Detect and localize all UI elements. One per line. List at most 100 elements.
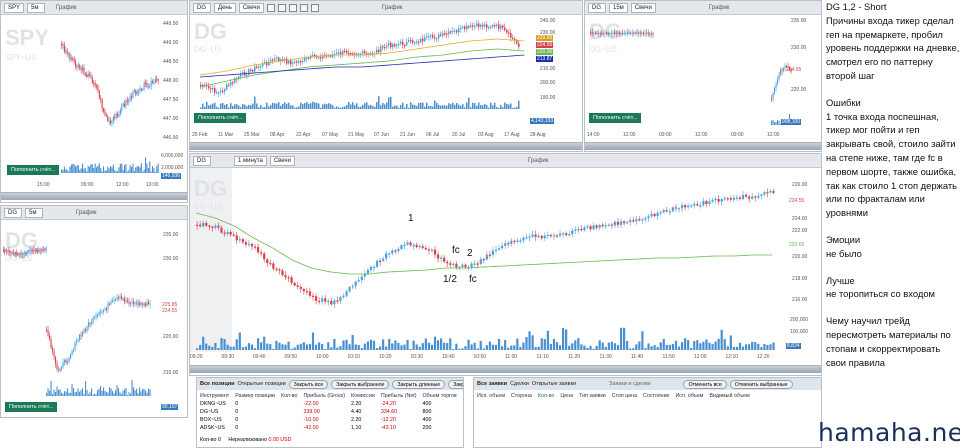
column-header[interactable]: Объем торгов [420, 392, 460, 400]
m5-price-chart[interactable] [1, 220, 161, 400]
candle-body [232, 82, 234, 84]
candle-body [519, 240, 522, 242]
column-header[interactable]: Тип заявки [576, 392, 609, 400]
crosshair-tool-icon[interactable] [277, 3, 286, 12]
tab-deals[interactable]: Сделки [510, 381, 529, 387]
candle-body [253, 246, 257, 248]
symbol-select[interactable]: DG [193, 2, 211, 13]
candle-body [562, 233, 565, 235]
chart-scrollbar[interactable] [190, 142, 582, 150]
column-header[interactable]: Исп. объем [474, 392, 508, 400]
column-header[interactable]: Стоп цена [609, 392, 640, 400]
candle-body [214, 88, 216, 93]
candle-body [476, 263, 479, 265]
close-short-button[interactable]: Закр [448, 379, 463, 389]
chart-type-select[interactable]: Свечи [238, 2, 264, 13]
table-row[interactable]: BOX~US 0 -10.00 2.20 -12.20 400 [197, 416, 460, 424]
column-header[interactable]: Исп. объем [672, 392, 706, 400]
candle-body [69, 53, 71, 60]
candle-body [91, 78, 93, 83]
topup-account-button[interactable]: Пополнить счёт... [589, 113, 642, 123]
m1-price-chart[interactable] [190, 168, 786, 354]
volume-bar [290, 105, 292, 109]
column-header[interactable]: Состояние [640, 392, 672, 400]
timeframe-select[interactable]: День [214, 2, 236, 13]
tab-all-positions[interactable]: Все позиции [200, 381, 235, 387]
candle-body [114, 117, 116, 119]
volume-bar [308, 103, 310, 109]
zoom-tool-icon[interactable] [288, 3, 297, 12]
candle-body [77, 65, 79, 67]
chart-type-select[interactable]: Свечи [269, 155, 295, 166]
tab-open-orders[interactable]: Открытые заявки [532, 381, 576, 387]
column-header[interactable]: Кол-во [278, 392, 300, 400]
topup-account-button[interactable]: Пополнить счёт... [7, 165, 60, 175]
volume-bar [212, 103, 214, 109]
close-selected-button[interactable]: Закрыть выбранное [331, 379, 390, 389]
m1-chart-window[interactable]: DG 1 минута Свечи График DG DG~US 226.00… [189, 153, 822, 376]
table-row[interactable]: DKNG~US 0 -22.00 2.20 -24.20 400 [197, 400, 460, 408]
chart-scrollbar[interactable] [585, 142, 821, 150]
m15-chart-window[interactable]: DG 15м Свечи График DG DG~US 235.00 230.… [584, 0, 822, 152]
m1-toolbar: DG 1 минута Свечи График [190, 154, 821, 168]
symbol-select[interactable]: DG [193, 155, 211, 166]
candle-body [128, 99, 130, 102]
symbol-select[interactable]: SPY [4, 2, 25, 13]
chart-scrollbar[interactable] [190, 365, 821, 373]
candle-body [117, 113, 119, 117]
column-header[interactable]: Кол-во [535, 392, 557, 400]
volume-bar [73, 388, 75, 396]
volume-bar [248, 104, 250, 109]
candle-body [21, 253, 23, 255]
orders-window[interactable]: Все заявки Сделки Открытые заявки Заявки… [473, 377, 822, 448]
m5-chart-window[interactable]: DG 5м График DG DG~US 235.00 230.00 220.… [0, 205, 188, 418]
timeframe-select[interactable]: 5м [25, 207, 43, 218]
tab-open-positions[interactable]: Открытые позиции [238, 381, 286, 387]
column-header[interactable]: Размер позиции [232, 392, 278, 400]
candle-body [132, 91, 134, 98]
timeframe-select[interactable]: 5м [27, 2, 46, 13]
m15-price-chart[interactable] [585, 15, 792, 127]
daily-chart-window[interactable]: DG День Свечи График DG DG~US 240.00 230… [189, 0, 583, 152]
volume-bar [344, 106, 346, 109]
settings-icon[interactable] [310, 3, 319, 12]
candle-body [47, 329, 49, 336]
positions-window[interactable]: Все позиции Открытые позиции Закрыть все… [196, 377, 464, 448]
daily-price-chart[interactable] [190, 15, 536, 125]
table-row[interactable]: DG~US 0 339.00 4.40 334.60 800 [197, 408, 460, 416]
volume-bar [147, 168, 149, 173]
column-header[interactable]: Инструмент [197, 392, 232, 400]
column-header[interactable]: Прибыль (Net) [378, 392, 420, 400]
column-header[interactable]: Видимый объем [706, 392, 752, 400]
candle-body [626, 32, 628, 34]
spy-chart-window[interactable]: SPY 5м График SPY SPY~US 449.50 449.00 4… [0, 0, 188, 203]
close-long-button[interactable]: Закрыть длинные [392, 379, 446, 389]
line-tool-icon[interactable] [299, 3, 308, 12]
chart-scrollbar[interactable] [1, 192, 187, 200]
column-header[interactable]: Комиссии [348, 392, 378, 400]
cursor-tool-icon[interactable] [266, 3, 275, 12]
symbol-select[interactable]: DG [4, 207, 22, 218]
close-all-button[interactable]: Закрыть все [288, 379, 329, 389]
chart-type-select[interactable]: Свечи [630, 2, 656, 13]
volume-bar [121, 394, 123, 396]
column-header[interactable]: Сторона [508, 392, 535, 400]
table-row[interactable]: ADSK~US 0 -42.00 1.10 -43.10 200 [197, 424, 460, 432]
symbol-select[interactable]: DG [588, 2, 606, 13]
column-header[interactable]: Цена [557, 392, 576, 400]
candle-body [125, 300, 127, 302]
tab-all-orders[interactable]: Все заявки [477, 381, 507, 387]
volume-bar [269, 344, 272, 350]
column-header[interactable]: Прибыль (Gross) [301, 392, 349, 400]
timeframe-select[interactable]: 15м [609, 2, 628, 13]
candle-body [149, 303, 151, 305]
candle-body [385, 253, 388, 259]
cancel-selected-button[interactable]: Отменить выбранные [729, 379, 793, 389]
cancel-all-button[interactable]: Отменить все [683, 379, 727, 389]
spy-price-chart[interactable] [1, 15, 161, 173]
time-tick: 11:50 [662, 354, 675, 360]
timeframe-select[interactable]: 1 минута [234, 155, 267, 166]
topup-account-button[interactable]: Пополнить счёт... [5, 402, 58, 412]
topup-account-button[interactable]: Пополнить счёт... [194, 113, 247, 123]
candle-body [488, 254, 491, 256]
